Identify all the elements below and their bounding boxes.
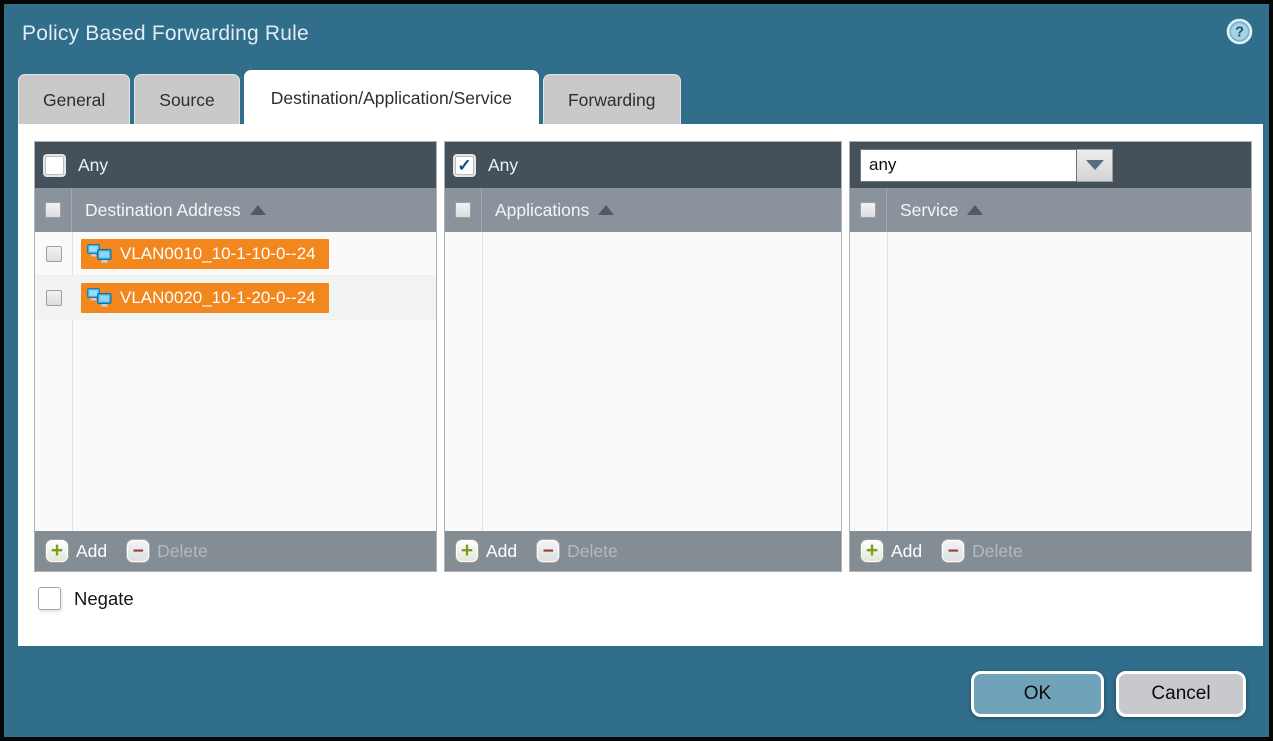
- destination-row-1-label: VLAN0010_10-1-10-0--24: [120, 244, 316, 264]
- service-list: [850, 232, 1251, 531]
- destination-header-checkbox-cell: [35, 188, 72, 232]
- sort-asc-icon: [598, 205, 614, 215]
- service-dropdown-value[interactable]: any: [860, 149, 1077, 182]
- negate-option: Negate: [38, 587, 134, 610]
- ok-button[interactable]: OK: [971, 671, 1104, 717]
- applications-add-button[interactable]: Add: [456, 540, 517, 562]
- chevron-down-icon: [1086, 160, 1104, 170]
- network-address-icon: [86, 243, 113, 265]
- dialog-title: Policy Based Forwarding Rule: [22, 22, 309, 46]
- destination-row-1-chip[interactable]: VLAN0010_10-1-10-0--24: [81, 239, 329, 269]
- destination-row-2-chip[interactable]: VLAN0020_10-1-20-0--24: [81, 283, 329, 313]
- checkbox-column-divider: [887, 232, 888, 531]
- destination-row-1-checkbox[interactable]: [46, 246, 62, 262]
- destination-any-label: Any: [78, 155, 108, 176]
- service-sort-header[interactable]: Service: [887, 200, 983, 221]
- service-delete-button[interactable]: Delete: [942, 540, 1023, 562]
- destination-row-2[interactable]: VLAN0020_10-1-20-0--24: [35, 276, 436, 320]
- destination-row-1[interactable]: VLAN0010_10-1-10-0--24: [35, 232, 436, 276]
- svg-text:?: ?: [1235, 25, 1244, 41]
- applications-column-header: Applications: [445, 188, 841, 232]
- row-checkbox-cell: [35, 246, 72, 262]
- title-bar: Policy Based Forwarding Rule ?: [4, 4, 1269, 62]
- add-button-label: Add: [891, 541, 922, 562]
- applications-list: [445, 232, 841, 531]
- applications-column: Any Applications: [444, 141, 842, 572]
- service-mode-dropdown: any: [860, 149, 1113, 182]
- policy-based-forwarding-dialog: Policy Based Forwarding Rule ? General S…: [0, 0, 1273, 741]
- add-button-label: Add: [76, 541, 107, 562]
- service-header-checkbox-cell: [850, 188, 887, 232]
- tab-destination-application-service[interactable]: Destination/Application/Service: [244, 70, 539, 124]
- applications-delete-button[interactable]: Delete: [537, 540, 618, 562]
- destination-header-label: Destination Address: [85, 200, 241, 221]
- tab-bar: General Source Destination/Application/S…: [18, 70, 681, 124]
- delete-button-label: Delete: [567, 541, 618, 562]
- sort-asc-icon: [250, 205, 266, 215]
- tab-source[interactable]: Source: [134, 74, 239, 124]
- columns-container: Any Destination Address: [34, 141, 1252, 572]
- service-column-header: Service: [850, 188, 1251, 232]
- destination-add-button[interactable]: Add: [46, 540, 107, 562]
- delete-button-label: Delete: [972, 541, 1023, 562]
- destination-any-row: Any: [35, 142, 436, 188]
- negate-checkbox[interactable]: [38, 587, 61, 610]
- destination-column-header: Destination Address: [35, 188, 436, 232]
- destination-row-2-checkbox[interactable]: [46, 290, 62, 306]
- service-dropdown-button[interactable]: [1077, 149, 1113, 182]
- add-plus-icon: [46, 540, 68, 562]
- applications-select-all-checkbox[interactable]: [455, 202, 471, 218]
- applications-header-label: Applications: [495, 200, 589, 221]
- applications-sort-header[interactable]: Applications: [482, 200, 614, 221]
- applications-any-checkbox[interactable]: [455, 156, 474, 175]
- row-checkbox-cell: [35, 290, 72, 306]
- sort-asc-icon: [967, 205, 983, 215]
- tab-general[interactable]: General: [18, 74, 130, 124]
- add-plus-icon: [456, 540, 478, 562]
- destination-delete-button[interactable]: Delete: [127, 540, 208, 562]
- service-add-button[interactable]: Add: [861, 540, 922, 562]
- add-button-label: Add: [486, 541, 517, 562]
- delete-minus-icon: [127, 540, 149, 562]
- applications-any-label: Any: [488, 155, 518, 176]
- content-panel: Any Destination Address: [18, 124, 1263, 646]
- help-icon[interactable]: ?: [1226, 18, 1253, 45]
- destination-list: VLAN0010_10-1-10-0--24: [35, 232, 436, 531]
- service-toolbar: Add Delete: [850, 531, 1251, 571]
- checkbox-column-divider: [482, 232, 483, 531]
- destination-any-checkbox[interactable]: [45, 156, 64, 175]
- service-header-label: Service: [900, 200, 958, 221]
- tab-forwarding[interactable]: Forwarding: [543, 74, 681, 124]
- delete-minus-icon: [942, 540, 964, 562]
- delete-button-label: Delete: [157, 541, 208, 562]
- service-select-all-checkbox[interactable]: [860, 202, 876, 218]
- applications-any-row: Any: [445, 142, 841, 188]
- negate-label: Negate: [74, 588, 134, 610]
- applications-toolbar: Add Delete: [445, 531, 841, 571]
- add-plus-icon: [861, 540, 883, 562]
- network-address-icon: [86, 287, 113, 309]
- destination-sort-header[interactable]: Destination Address: [72, 200, 266, 221]
- delete-minus-icon: [537, 540, 559, 562]
- destination-address-column: Any Destination Address: [34, 141, 437, 572]
- destination-row-2-label: VLAN0020_10-1-20-0--24: [120, 288, 316, 308]
- applications-header-checkbox-cell: [445, 188, 482, 232]
- service-column: any Service: [849, 141, 1252, 572]
- destination-toolbar: Add Delete: [35, 531, 436, 571]
- service-dropdown-row: any: [850, 142, 1251, 188]
- destination-select-all-checkbox[interactable]: [45, 202, 61, 218]
- cancel-button[interactable]: Cancel: [1116, 671, 1246, 717]
